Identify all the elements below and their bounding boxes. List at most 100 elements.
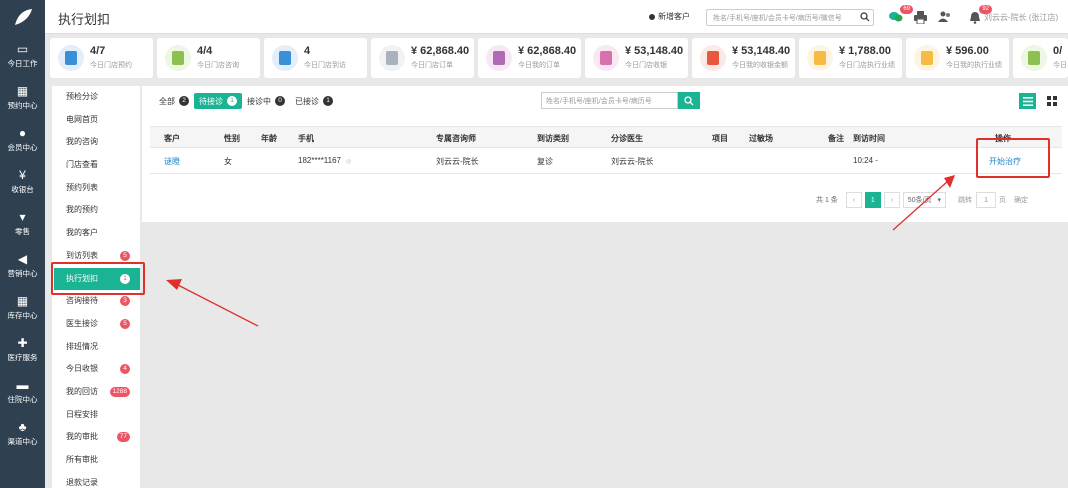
stat-icon xyxy=(807,45,833,71)
stat-value: ¥ 53,148.40 xyxy=(732,45,791,57)
column-header: 过敏场 xyxy=(749,134,773,143)
subnav-label: 到访列表 xyxy=(66,250,98,260)
stat-card[interactable]: ¥ 62,868.40 今日我的订单 xyxy=(478,38,581,78)
customer-link[interactable]: 谜瞪 xyxy=(164,156,180,167)
sidebar-item-cashier[interactable]: ¥ 收银台 xyxy=(0,160,45,202)
stat-card[interactable]: 4 今日门店到访 xyxy=(264,38,367,78)
sidebar-item-inventory[interactable]: ▦ 库存中心 xyxy=(0,286,45,328)
column-header: 年龄 xyxy=(261,134,277,143)
tab-count: 2 xyxy=(179,96,189,106)
new-customer-button[interactable]: 新增客户 xyxy=(649,11,690,22)
sidebar-item-medical[interactable]: ✚ 医疗服务 xyxy=(0,328,45,370)
global-search-input[interactable]: 姓名/手机号/座机/会员卡号/病历号/微信号 xyxy=(706,9,874,26)
grid-view-button[interactable] xyxy=(1043,93,1060,109)
stat-label: 今日 xyxy=(1053,62,1067,69)
subnav-item[interactable]: 所有审批 xyxy=(52,449,140,472)
stat-label: 今日我的订单 xyxy=(518,62,560,69)
subnav-item[interactable]: 预检分诊 xyxy=(52,86,140,109)
sidebar-item-channel[interactable]: ♣ 渠道中心 xyxy=(0,412,45,454)
subnav-item[interactable]: 今日收银 4 xyxy=(52,358,140,381)
sidebar-item-today[interactable]: ▭ 今日工作 xyxy=(0,34,45,76)
table-search-button[interactable] xyxy=(678,92,700,109)
chat-button[interactable]: 69 xyxy=(888,5,913,25)
stat-card[interactable]: ¥ 1,788.00 今日门店执行业绩 xyxy=(799,38,902,78)
eye-icon[interactable]: ◎ xyxy=(346,158,351,165)
arrow-line-left xyxy=(175,283,259,327)
sidebar-item-inpatient[interactable]: ▬ 住院中心 xyxy=(0,370,45,412)
stat-card[interactable]: 4/7 今日门店预约 xyxy=(50,38,153,78)
stat-card[interactable]: 4/4 今日门店咨询 xyxy=(157,38,260,78)
subnav-label: 退款记录 xyxy=(66,477,98,487)
subnav-item[interactable]: 我的预约 xyxy=(52,199,140,222)
tab-in-progress[interactable]: 接诊中 0 xyxy=(242,93,290,109)
visit-type-cell: 复诊 xyxy=(537,157,553,166)
list-view-button[interactable] xyxy=(1019,93,1036,109)
subnav-label: 所有审批 xyxy=(66,455,98,464)
page-unit-label: 页 xyxy=(999,197,1007,204)
new-customer-label: 新增客户 xyxy=(658,12,690,21)
subnav-item[interactable]: 退款记录 xyxy=(52,472,140,488)
subnav-item[interactable]: 我的审批 77 xyxy=(52,426,140,449)
subnav-item[interactable]: 门店查看 xyxy=(52,154,140,177)
stat-card[interactable]: ¥ 53,148.40 今日我的收银金额 xyxy=(692,38,795,78)
search-icon[interactable] xyxy=(860,12,870,22)
next-page-button[interactable]: › xyxy=(883,192,900,208)
table-search-input[interactable]: 姓名/手机号/座机/会员卡号/病历号 xyxy=(541,92,678,109)
doctor-cell: 刘云云-院长 xyxy=(611,157,654,166)
goto-confirm-button[interactable]: 确定 xyxy=(1014,195,1028,205)
column-header: 专属咨询师 xyxy=(436,134,476,143)
subnav-label: 门店查看 xyxy=(66,160,98,170)
sidebar-item-appointments[interactable]: ▦ 预约中心 xyxy=(0,76,45,118)
sidebar-item-marketing[interactable]: ◀ 营销中心 xyxy=(0,244,45,286)
list-icon xyxy=(1022,96,1033,106)
prev-page-button[interactable]: ‹ xyxy=(845,192,862,208)
subnav-item[interactable]: 医生接诊 5 xyxy=(52,313,140,336)
stat-card[interactable]: ¥ 62,868.40 今日门店订单 xyxy=(371,38,474,78)
stat-label: 今日我的收银金额 xyxy=(732,62,788,69)
notification-button[interactable]: 92 xyxy=(967,5,992,25)
tab-waiting[interactable]: 待接诊 1 xyxy=(194,93,242,109)
stat-icon xyxy=(700,45,726,71)
tab-label: 接诊中 xyxy=(247,96,271,106)
stat-icon xyxy=(272,45,298,71)
print-button[interactable] xyxy=(912,9,928,25)
subnav-item[interactable]: 我的回访 1288 xyxy=(52,381,140,404)
sidebar-label: 库存中心 xyxy=(7,310,38,320)
stat-icon xyxy=(914,45,940,71)
column-header: 备注 xyxy=(828,134,844,143)
global-search-placeholder: 姓名/手机号/座机/会员卡号/病历号/微信号 xyxy=(713,15,842,22)
subnav-label: 排班情况 xyxy=(66,341,98,351)
subnav-item[interactable]: 排班情况 xyxy=(52,336,140,359)
stat-card[interactable]: ¥ 596.00 今日我的执行业绩 xyxy=(906,38,1009,78)
page-size-select[interactable]: 50条/页 ▾ xyxy=(902,192,947,208)
main-panel: 全部 2 待接诊 1 接诊中 0 已接诊 1 姓名/手机号/座机/会员卡号/病历号 客户… xyxy=(142,86,1068,222)
tab-all[interactable]: 全部 2 xyxy=(154,93,194,109)
stat-label: 今日门店咨询 xyxy=(197,62,239,69)
goto-page-input[interactable]: 1 xyxy=(976,192,997,208)
user-menu[interactable]: 刘云云-院长 (张江店) xyxy=(984,12,1058,23)
subnav-item[interactable]: 我的咨询 xyxy=(52,131,140,154)
stat-card[interactable]: ¥ 53,148.40 今日门店收银 xyxy=(585,38,688,78)
grid-icon: ▦ xyxy=(16,293,29,308)
stat-card[interactable]: 0/ 今日 xyxy=(1013,38,1068,78)
highlight-box-action xyxy=(976,138,1050,178)
column-header: 到访类别 xyxy=(537,134,569,143)
subnav-item[interactable]: 预约列表 xyxy=(52,177,140,200)
stat-label: 今日门店收银 xyxy=(625,62,667,69)
sidebar-item-members[interactable]: ● 会员中心 xyxy=(0,118,45,160)
subnav-item[interactable]: 日程安排 xyxy=(52,404,140,427)
leaf-logo-icon xyxy=(14,9,32,25)
logo[interactable] xyxy=(0,0,45,34)
page-1-button[interactable]: 1 xyxy=(864,192,881,208)
total-count: 共 1 条 xyxy=(816,197,838,204)
sidebar-item-retail[interactable]: ▾ 零售 xyxy=(0,202,45,244)
stat-icon xyxy=(1021,45,1047,71)
subnav-item[interactable]: 我的客户 xyxy=(52,222,140,245)
table-search-placeholder: 姓名/手机号/座机/会员卡号/病历号 xyxy=(546,98,652,105)
sidebar-label: 医疗服务 xyxy=(7,352,38,362)
subnav-item[interactable]: 电网首页 xyxy=(52,109,140,132)
tab-done[interactable]: 已接诊 1 xyxy=(290,93,338,109)
group-button[interactable] xyxy=(937,9,953,25)
goto-label: 跳转 xyxy=(958,197,973,204)
sidebar-label: 营销中心 xyxy=(7,268,38,278)
